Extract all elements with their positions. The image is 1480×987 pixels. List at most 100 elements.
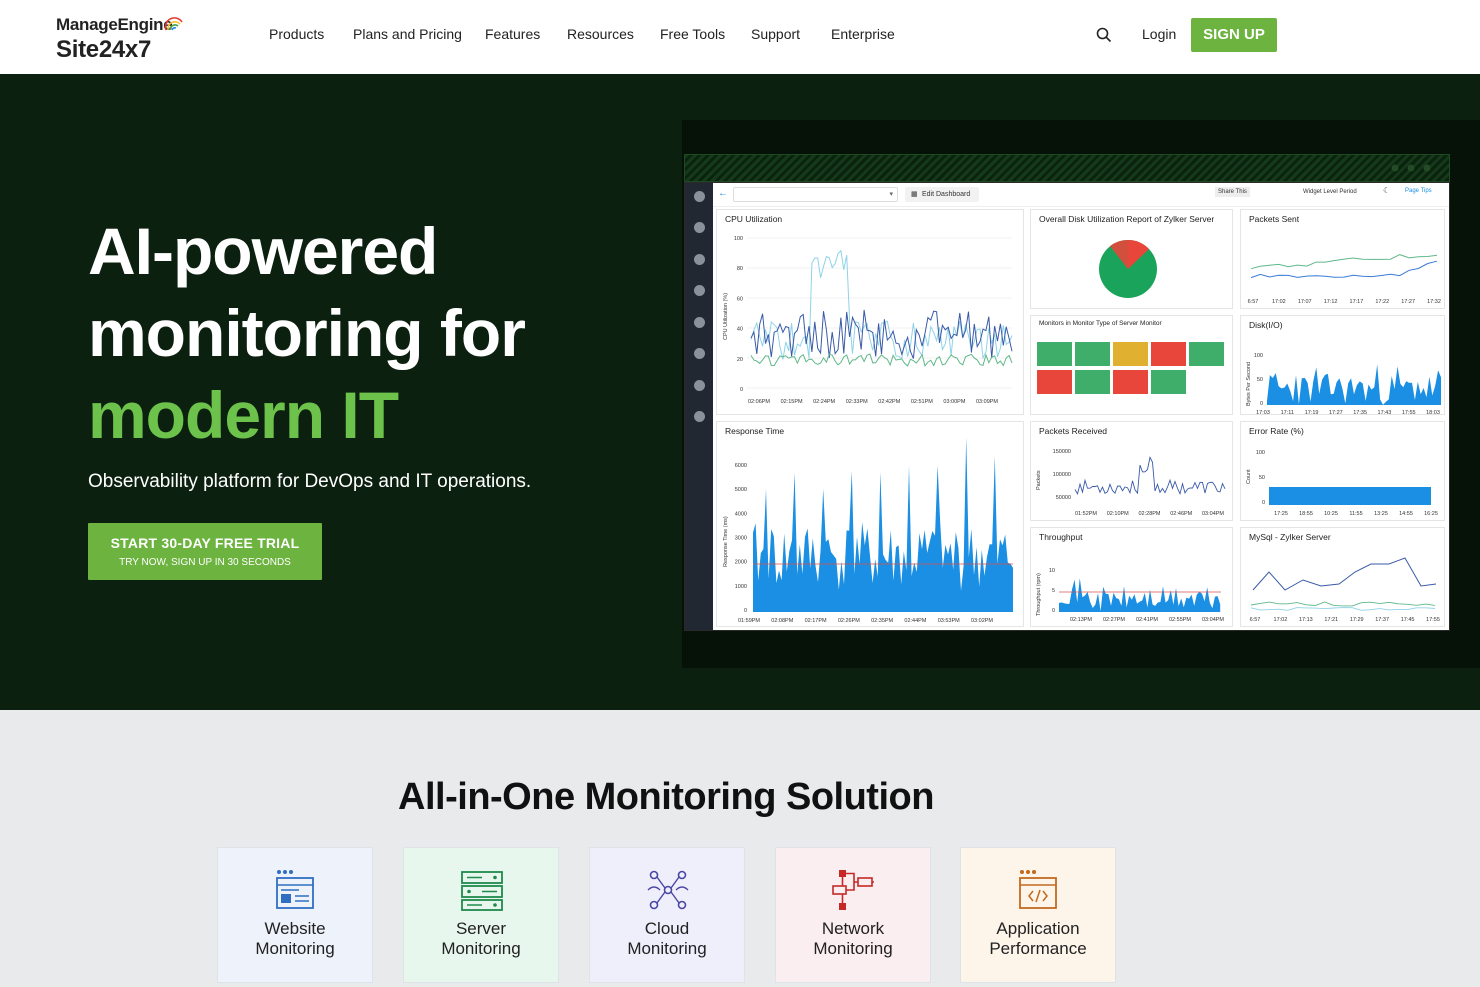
cpu-series-green: [750, 353, 1013, 368]
y-tick-label: 1000: [735, 584, 747, 590]
response-time-chart: 6000 5000 4000 3000 2000 1000 0 Response Time (…: [723, 437, 1013, 624]
x-tick-label: 17:35: [1353, 410, 1367, 415]
application-icon: [1019, 870, 1057, 909]
nav-plans-pricing[interactable]: Plans and Pricing: [353, 26, 462, 42]
received-series: [1074, 456, 1226, 496]
y-tick-label: 6000: [735, 463, 747, 469]
x-tick-label: 02:35PM: [871, 618, 893, 624]
start-trial-button[interactable]: START 30-DAY FREE TRIAL TRY NOW, SIGN UP…: [88, 523, 322, 580]
x-tick-label: 10:25: [1324, 511, 1338, 517]
y-tick-label: 0: [1052, 608, 1055, 614]
signup-button[interactable]: SIGN UP: [1191, 18, 1277, 52]
disk-io-panel: Disk(I/O) 100 50 0 Bytes Per Second 17:03 17:…: [1240, 315, 1445, 415]
x-tick-label: 17:12: [1324, 299, 1338, 305]
nav-support[interactable]: Support: [751, 26, 800, 42]
nav-products[interactable]: Products: [269, 26, 324, 42]
y-tick-label: 5: [1052, 588, 1055, 594]
hero-line-3: modern IT: [88, 378, 399, 452]
monitors-title: Monitors in Monitor Type of Server Monit…: [1039, 320, 1162, 327]
x-tick-label: 02:08PM: [771, 618, 793, 624]
hero-section: AI-powered monitoring for modern IT Obse…: [0, 74, 1480, 710]
card-label: Network Monitoring: [776, 919, 930, 959]
mysql-panel: MySql - Zylker Server 6:57 17:02 17:13 17:2…: [1240, 527, 1445, 627]
mysql-series-light: [1250, 607, 1436, 611]
cloud-monitoring-card[interactable]: Cloud Monitoring: [589, 847, 745, 983]
x-tick-label: 11:55: [1349, 511, 1362, 517]
y-tick-label: 0: [740, 387, 743, 393]
monitor-status-tile: [1075, 370, 1110, 394]
monitor-status-tile: [1037, 342, 1072, 366]
x-tick-label: 03:00PM: [943, 399, 965, 405]
site-header: ManageEngine Site24x7 Products Plans and…: [0, 0, 1480, 74]
x-tick-label: 02:10PM: [1107, 511, 1129, 517]
sidebar-icon: [694, 222, 705, 233]
x-tick-label: 01:59PM: [738, 618, 760, 624]
x-tick-label: 17:19: [1305, 410, 1319, 415]
x-tick-label: 17:03: [1256, 410, 1270, 415]
share-label: Share This: [1215, 187, 1250, 197]
card-label-line2: Monitoring: [255, 939, 335, 958]
monitor-status-tile: [1189, 342, 1224, 366]
nav-free-tools[interactable]: Free Tools: [660, 26, 725, 42]
response-area: [753, 437, 1013, 612]
y-tick-label: 50000: [1056, 495, 1071, 501]
card-label-line2: Monitoring: [813, 939, 893, 958]
y-tick-label: 50: [1257, 377, 1263, 383]
y-tick-label: 100: [1256, 450, 1265, 456]
mysql-series-blue: [1252, 557, 1437, 591]
sidebar-icon: [694, 317, 705, 328]
sidebar-icon: [694, 411, 705, 422]
y-tick-label: 10: [1049, 568, 1055, 574]
edit-dashboard-label: Edit Dashboard: [922, 191, 971, 198]
x-tick-label: 17:43: [1378, 410, 1392, 415]
application-performance-card[interactable]: Application Performance: [960, 847, 1116, 983]
site24x7-logo[interactable]: ManageEngine Site24x7: [56, 12, 196, 64]
card-label-line2: Monitoring: [627, 939, 707, 958]
dashboard-sidebar: [685, 183, 713, 630]
nav-resources[interactable]: Resources: [567, 26, 634, 42]
x-tick-label: 17:07: [1298, 299, 1312, 305]
x-tick-label: 02:27PM: [1103, 617, 1125, 623]
x-tick-label: 17:55: [1402, 410, 1416, 415]
throughput-panel: Throughput 10 5 0 Throughput (rpm) 02:13PM 02…: [1030, 527, 1233, 627]
server-monitoring-card[interactable]: Server Monitoring: [403, 847, 559, 983]
y-tick-label: 100000: [1053, 472, 1071, 478]
disk-utilization-panel: Overall Disk Utilization Report of Zylke…: [1030, 209, 1233, 309]
website-icon: [276, 870, 314, 909]
x-tick-label: 02:13PM: [1070, 617, 1092, 623]
x-tick-label: 17:37: [1375, 617, 1389, 623]
login-link[interactable]: Login: [1142, 26, 1176, 42]
y-tick-label: 60: [737, 296, 743, 302]
nav-enterprise[interactable]: Enterprise: [831, 26, 895, 42]
dashboard-toolbar: ← ▾ ▦ Edit Dashboard Share This Widget L…: [713, 183, 1449, 207]
x-tick-label: 03:53PM: [938, 618, 960, 624]
theme-icon: ☾: [1383, 186, 1391, 195]
network-monitoring-card[interactable]: Network Monitoring: [775, 847, 931, 983]
y-tick-label: 4000: [735, 511, 747, 517]
search-icon[interactable]: [1096, 27, 1112, 43]
y-tick-label: 2000: [735, 560, 747, 566]
y-tick-label: 80: [737, 266, 743, 272]
card-label: Website Monitoring: [218, 919, 372, 959]
nav-features[interactable]: Features: [485, 26, 540, 42]
x-tick-label: 02:55PM: [1169, 617, 1191, 623]
sidebar-icon: [694, 191, 705, 202]
x-tick-label: 17:27: [1401, 299, 1415, 305]
throughput-area: [1059, 578, 1221, 612]
dashboard-screenshot: ← ▾ ▦ Edit Dashboard Share This Widget L…: [684, 182, 1450, 631]
x-tick-label: 6:57: [1248, 299, 1259, 305]
packets-sent-panel: Packets Sent 6:57 17:02 17:07 17:12 17:17 17:…: [1240, 209, 1445, 309]
x-tick-label: 17:29: [1350, 617, 1364, 623]
x-tick-label: 02:06PM: [748, 399, 770, 405]
x-tick-label: 17:22: [1375, 299, 1389, 305]
cta-sub-label: TRY NOW, SIGN UP IN 30 SECONDS: [119, 557, 291, 568]
x-tick-label: 17:11: [1281, 410, 1294, 415]
x-tick-label: 02:41PM: [1136, 617, 1158, 623]
hero-line-1: AI-powered: [88, 214, 438, 288]
monitor-status-tile: [1113, 342, 1148, 366]
diskio-area: [1267, 364, 1441, 405]
x-tick-label: 14:55: [1399, 511, 1413, 517]
website-monitoring-card[interactable]: Website Monitoring: [217, 847, 373, 983]
x-tick-label: 03:09PM: [976, 399, 998, 405]
dashboard-window-bar: [684, 154, 1450, 182]
